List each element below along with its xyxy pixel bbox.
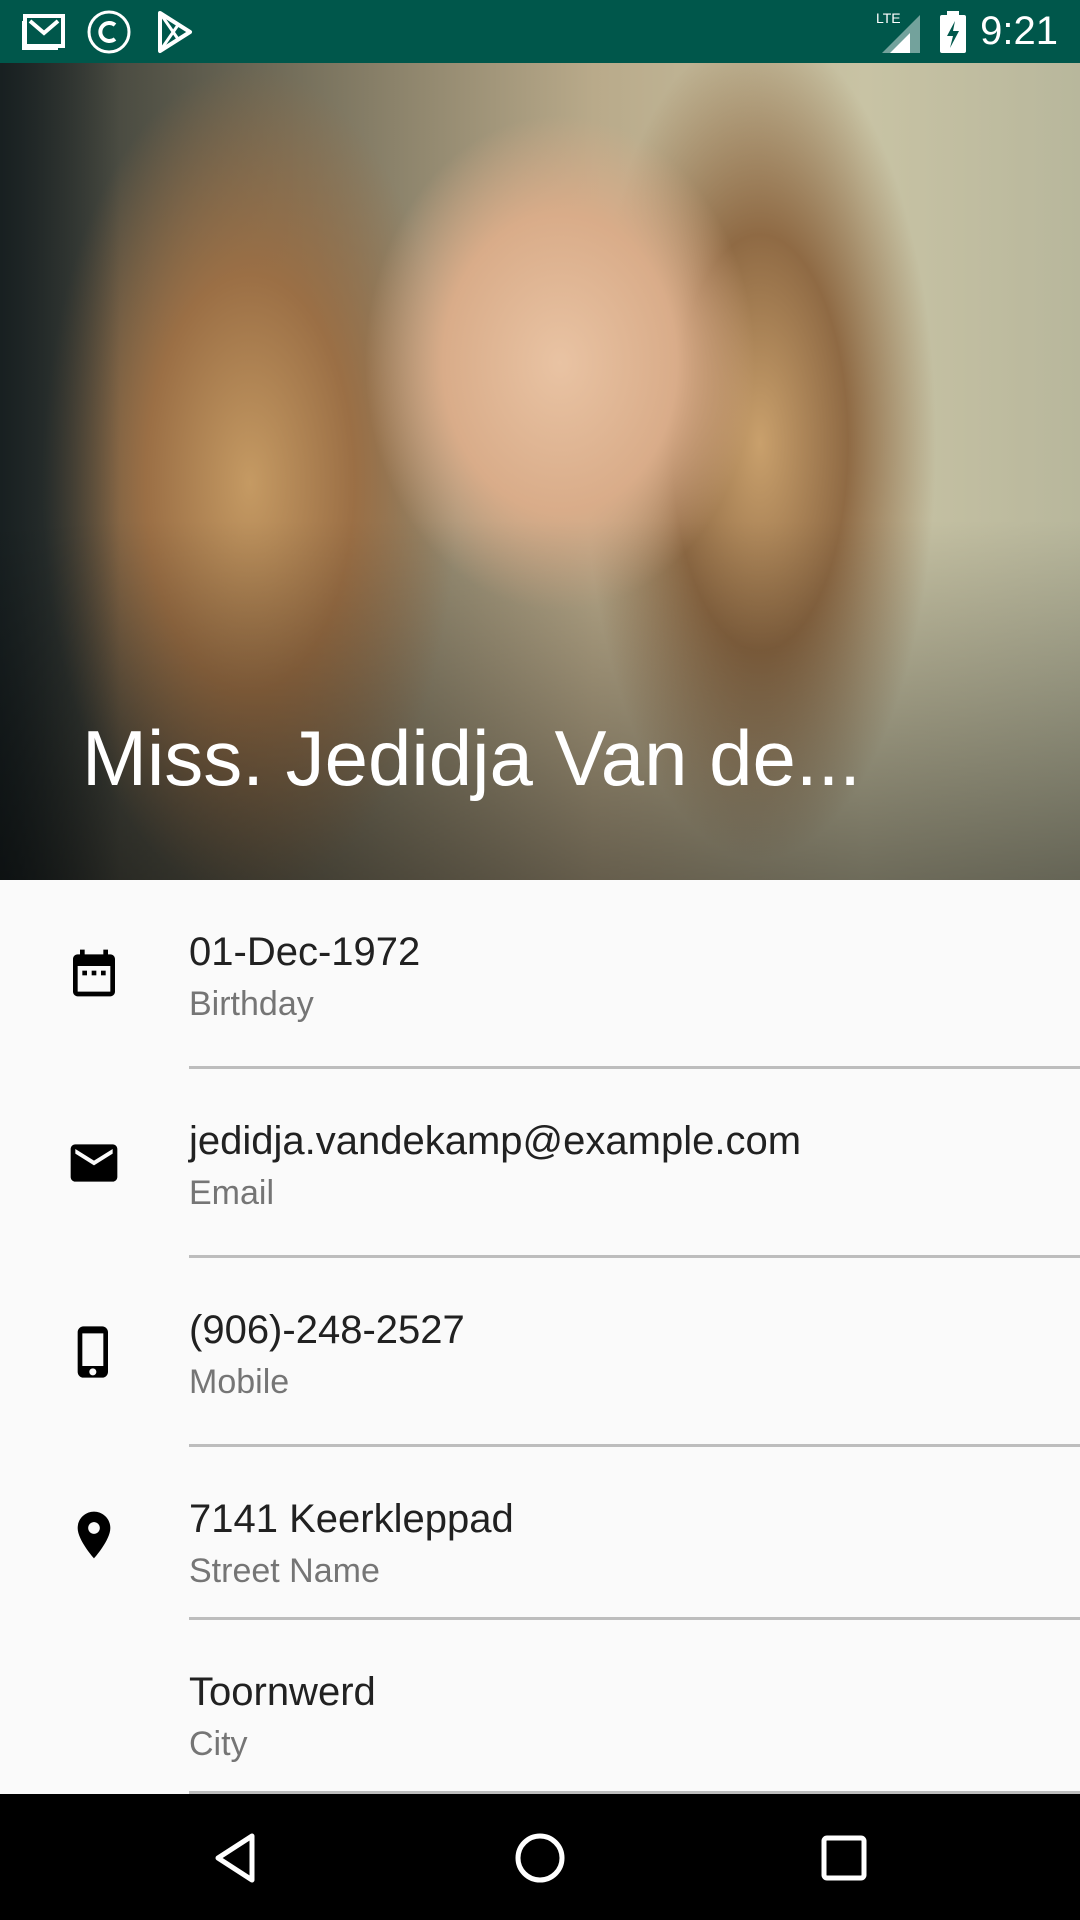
email-icon [70, 1144, 118, 1182]
c-app-icon [87, 10, 131, 54]
calendar-icon [73, 949, 115, 997]
street-value: 7141 Keerkleppad [189, 1497, 514, 1541]
home-button[interactable] [512, 1830, 568, 1886]
list-item-mobile[interactable]: (906)-248-2527 Mobile [0, 1258, 1080, 1447]
navigation-bar [0, 1794, 1080, 1920]
gmail-icon [22, 14, 65, 50]
clock: 9:21 [980, 9, 1058, 53]
play-store-icon [158, 11, 192, 53]
list-item-street[interactable]: 7141 Keerkleppad Street Name [0, 1447, 1080, 1620]
svg-text:LTE: LTE [876, 10, 901, 26]
street-label: Street Name [189, 1552, 380, 1590]
birthday-value: 01-Dec-1972 [189, 930, 421, 974]
city-label: City [189, 1725, 248, 1763]
birthday-label: Birthday [189, 985, 314, 1023]
status-bar: LTE 9:21 [0, 0, 1080, 63]
list-item-birthday[interactable]: 01-Dec-1972 Birthday [0, 880, 1080, 1069]
city-value: Toornwerd [189, 1670, 376, 1714]
recents-button[interactable] [816, 1830, 872, 1886]
profile-name-title: Miss. Jedidja Van de... [82, 714, 861, 802]
battery-charging-icon [940, 11, 966, 53]
back-button[interactable] [208, 1830, 264, 1886]
mobile-label: Mobile [189, 1363, 290, 1401]
email-value: jedidja.vandekamp@example.com [189, 1119, 802, 1163]
list-item-city[interactable]: Toornwerd City [0, 1620, 1080, 1794]
list-item-email[interactable]: jedidja.vandekamp@example.com Email [0, 1069, 1080, 1258]
lte-signal-icon: LTE [876, 10, 920, 53]
mobile-value: (906)-248-2527 [189, 1308, 465, 1352]
phone-icon [77, 1326, 108, 1378]
profile-header-image: Miss. Jedidja Van de... [0, 63, 1080, 880]
location-icon [77, 1511, 111, 1559]
details-list: 01-Dec-1972 Birthday jedidja.vandekamp@e… [0, 880, 1080, 1794]
email-label: Email [189, 1174, 275, 1212]
